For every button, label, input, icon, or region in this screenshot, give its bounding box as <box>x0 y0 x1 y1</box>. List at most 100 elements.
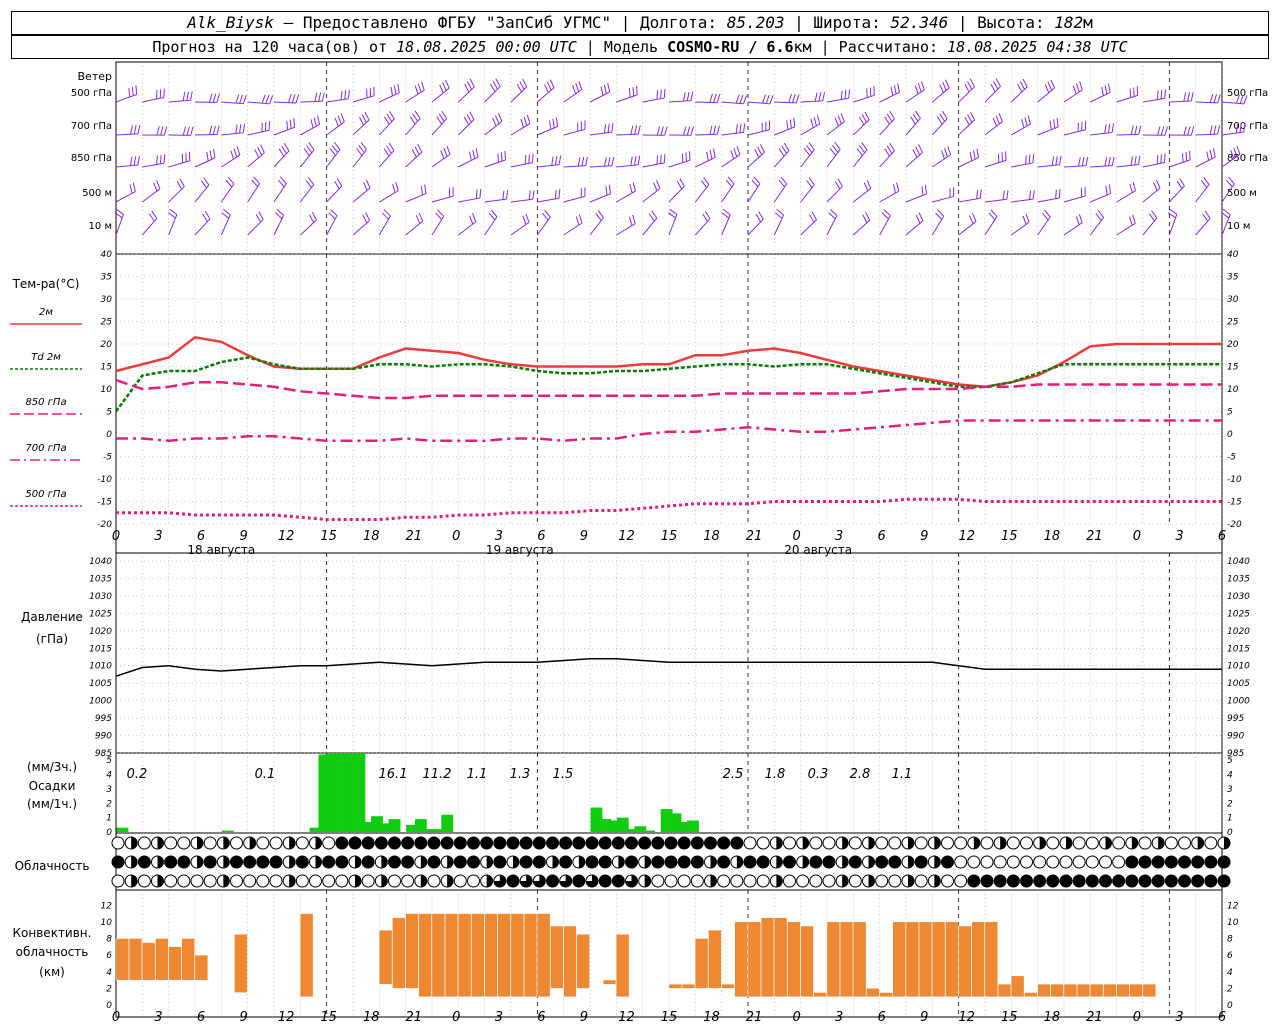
wind-barb-flag <box>1138 125 1142 135</box>
wind-barb-flag <box>603 124 607 134</box>
temp-tick-left: -20 <box>97 520 112 530</box>
wind-barb-flag <box>1025 213 1030 223</box>
wind-barb-flag <box>995 115 1000 125</box>
wind-barb-flag <box>235 124 238 134</box>
wind-barb-flag <box>552 118 555 129</box>
wind-barb-flag <box>651 210 658 219</box>
wind-barb-flag <box>156 126 160 136</box>
wind-barb-flag <box>303 148 310 156</box>
wind-barb-flag <box>1085 156 1089 166</box>
conv-tick-left: 12 <box>101 901 113 911</box>
wind-barb-flag <box>716 93 721 103</box>
hour-label: 15 <box>1001 529 1018 544</box>
precip-tick-left: 5 <box>106 756 112 766</box>
pressure-tick-right: 1035 <box>1227 574 1250 584</box>
wind-barb-flag <box>156 180 161 190</box>
hour-label-bottom: 9 <box>239 1010 247 1024</box>
wind-barb-flag <box>603 84 607 94</box>
wind-barb-flag <box>1187 126 1191 136</box>
cloud-cover-fill <box>599 875 612 887</box>
convective-bar <box>234 934 248 993</box>
pressure-tick-left: 995 <box>95 714 112 724</box>
conv-tick-right: 0 <box>1227 1001 1233 1011</box>
wind-barb-flag <box>334 180 340 190</box>
hour-label-bottom: 3 <box>835 1010 843 1024</box>
cloud-cover-icon <box>388 874 401 888</box>
pressure-tick-right: 1040 <box>1227 557 1250 567</box>
convective-bar <box>866 988 880 997</box>
wind-barb-flag <box>549 79 555 88</box>
wind-barb-flag <box>148 213 155 222</box>
wind-barb-flag <box>936 116 943 125</box>
cloud-cover-fill <box>967 875 980 887</box>
wind-barb-flag <box>442 82 447 91</box>
cloud-cover-fill <box>678 837 691 849</box>
wind-barb-flag <box>159 154 162 164</box>
cloud-cover-fill <box>1020 875 1033 887</box>
cloud-cover-icon <box>401 874 415 888</box>
wind-barb-flag <box>597 210 604 218</box>
cloud-cover-fill <box>447 856 454 868</box>
hour-label: 6 <box>878 529 886 544</box>
wind-barb-flag <box>811 211 817 220</box>
wind-barb-flag <box>992 117 997 127</box>
hour-label-bottom: 3 <box>495 1010 503 1024</box>
cloud-cover-fill <box>644 856 651 868</box>
wind-barb-flag <box>526 114 531 124</box>
wind-barb-flag <box>209 93 213 103</box>
wind-barb-flag <box>388 142 395 151</box>
wind-barb-flag <box>383 116 390 125</box>
wind-barb-flag <box>1032 190 1035 200</box>
conv-tick-right: 4 <box>1227 968 1233 978</box>
temp-tick-right: -10 <box>1227 475 1242 485</box>
convective-bar <box>1024 992 1038 997</box>
wind-barb-flag <box>735 124 738 134</box>
wind-barb-flag <box>964 83 970 93</box>
cloud-cover-fill <box>868 875 875 887</box>
cloud-cover-fill <box>1152 856 1165 868</box>
wind-barb-flag <box>1059 155 1062 165</box>
wind-barb-flag <box>896 182 900 192</box>
cloud-cover-fill <box>559 856 572 868</box>
wind-barb-flag <box>884 116 890 125</box>
pressure-tick-left: 1000 <box>89 697 112 707</box>
cloud-cover-fill <box>335 856 348 868</box>
wind-barb-flag <box>281 145 287 154</box>
wind-barb-flag <box>135 85 138 95</box>
wind-barb-flag <box>318 92 322 102</box>
wind-barb-flag <box>814 92 818 102</box>
wind-barb-flag <box>969 78 976 88</box>
wind-barb-flag <box>788 93 792 103</box>
wind-barb-flag <box>1155 179 1161 189</box>
wind-barb-flag <box>137 156 140 166</box>
wind-barb-flag <box>418 212 424 222</box>
wind-barb-flag <box>813 117 817 127</box>
wind-barb-flag <box>168 212 176 219</box>
cloud-cover-fill <box>776 837 783 849</box>
wind-barb-flag <box>469 111 475 120</box>
wind-barb-flag <box>864 111 870 121</box>
hour-label-bottom: 21 <box>1086 1010 1103 1024</box>
wind-barb-flag <box>1164 153 1166 163</box>
convective-bar <box>708 930 722 989</box>
cloud-cover-icon <box>967 855 981 869</box>
temp-tick-right: 15 <box>1227 363 1239 373</box>
cloud-cover-fill <box>414 837 427 849</box>
cloud-cover-icon <box>269 874 283 888</box>
wind-barb-flag <box>436 116 443 125</box>
cloud-cover-fill <box>493 837 506 849</box>
wind-barb-flag <box>1156 90 1159 100</box>
cloud-cover-fill <box>1046 875 1059 887</box>
wind-barb-flag <box>575 83 580 92</box>
hour-label: 21 <box>746 529 763 544</box>
pressure-tick-right: 1015 <box>1227 644 1250 654</box>
wind-barb-flag <box>656 179 661 189</box>
cloud-cover-fill <box>401 856 414 868</box>
convective-bar <box>1011 975 1025 997</box>
day-label: 19 августа <box>486 543 554 557</box>
conv-title-1: Конвективн. <box>13 926 92 940</box>
convective-bar <box>892 921 906 997</box>
cloud-cover-fill <box>467 837 480 849</box>
convective-bar <box>1116 984 1130 997</box>
hour-label-bottom: 18 <box>703 1010 720 1024</box>
